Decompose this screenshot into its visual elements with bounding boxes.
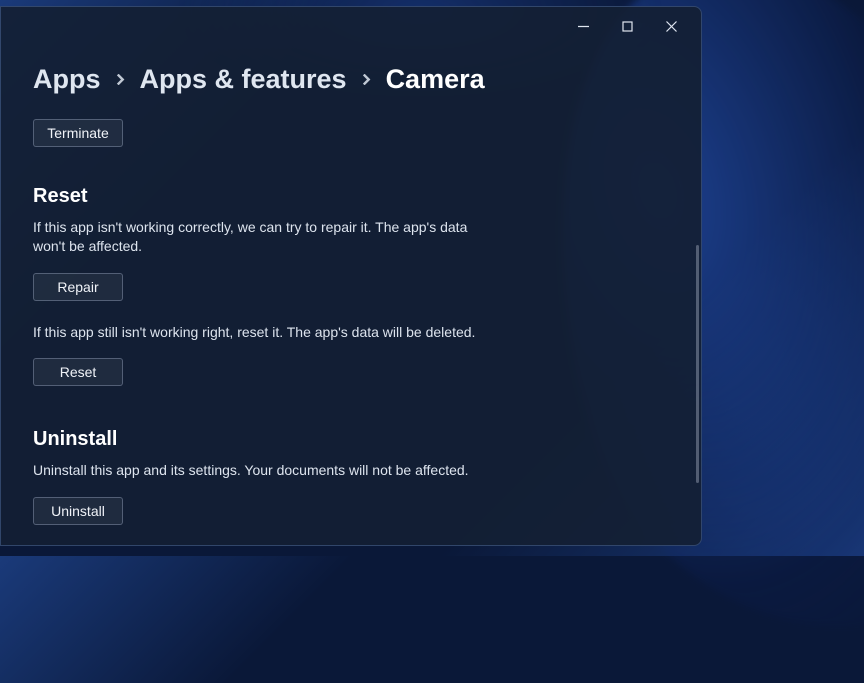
breadcrumb-apps-features[interactable]: Apps & features xyxy=(140,65,347,95)
settings-window: Apps Apps & features Camera Terminate Re… xyxy=(0,6,702,546)
chevron-right-icon xyxy=(115,74,126,85)
chevron-right-icon xyxy=(361,74,372,85)
breadcrumb-apps[interactable]: Apps xyxy=(33,65,101,95)
reset-heading: Reset xyxy=(33,185,669,208)
reset-section: Reset If this app isn't working correctl… xyxy=(33,185,669,387)
reset-description: If this app still isn't working right, r… xyxy=(33,323,503,343)
minimize-button[interactable] xyxy=(561,11,605,41)
reset-button[interactable]: Reset xyxy=(33,358,123,386)
breadcrumb: Apps Apps & features Camera xyxy=(33,65,669,95)
uninstall-button[interactable]: Uninstall xyxy=(33,497,123,525)
close-button[interactable] xyxy=(649,11,693,41)
uninstall-section: Uninstall Uninstall this app and its set… xyxy=(33,428,669,525)
terminate-button[interactable]: Terminate xyxy=(33,119,123,147)
repair-description: If this app isn't working correctly, we … xyxy=(33,218,503,257)
page-content: Apps Apps & features Camera Terminate Re… xyxy=(1,45,701,545)
titlebar xyxy=(1,7,701,45)
uninstall-heading: Uninstall xyxy=(33,428,669,451)
breadcrumb-current: Camera xyxy=(386,65,485,95)
scrollbar[interactable] xyxy=(696,245,699,483)
maximize-button[interactable] xyxy=(605,11,649,41)
repair-button[interactable]: Repair xyxy=(33,273,123,301)
uninstall-description: Uninstall this app and its settings. You… xyxy=(33,461,503,481)
